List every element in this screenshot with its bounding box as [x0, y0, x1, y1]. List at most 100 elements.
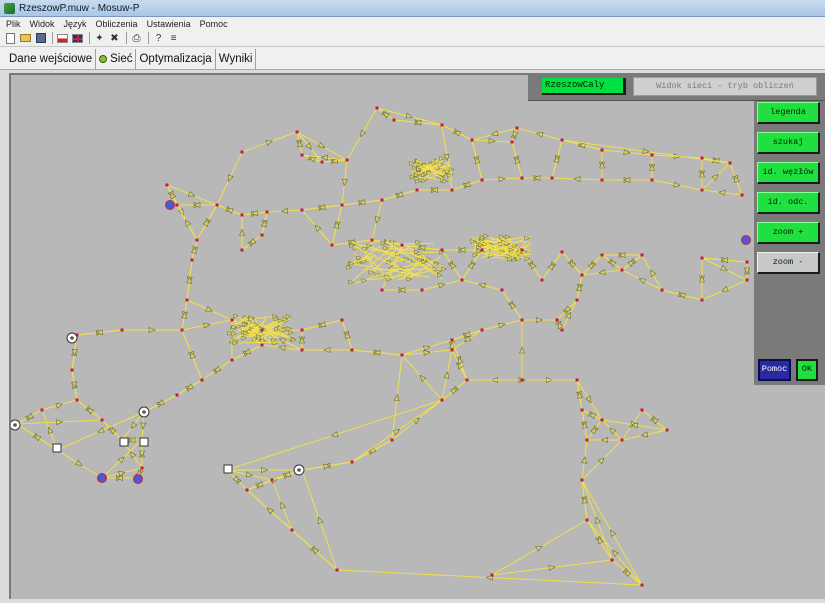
help-icon[interactable]: ? [152, 32, 165, 45]
network-node[interactable] [300, 153, 304, 157]
network-node[interactable] [70, 368, 74, 372]
network-node[interactable] [290, 528, 294, 532]
network-node[interactable] [650, 178, 654, 182]
network-node[interactable] [300, 208, 304, 212]
stop-icon[interactable] [119, 437, 129, 447]
network-node[interactable] [440, 248, 444, 252]
legend-button[interactable]: legenda [757, 102, 820, 124]
network-node[interactable] [585, 438, 589, 442]
menu-file[interactable]: Plik [6, 19, 21, 29]
open-folder-icon[interactable] [19, 32, 32, 45]
network-node[interactable] [555, 318, 559, 322]
network-node[interactable] [450, 348, 454, 352]
network-node[interactable] [390, 438, 394, 442]
network-node[interactable] [480, 248, 484, 252]
network-node[interactable] [600, 418, 604, 422]
network-node[interactable] [175, 393, 179, 397]
terminal-icon[interactable] [165, 200, 175, 210]
network-node[interactable] [585, 518, 589, 522]
network-node[interactable] [640, 253, 644, 257]
ok-button[interactable]: OK [796, 359, 818, 381]
network-node[interactable] [640, 408, 644, 412]
network-node[interactable] [460, 278, 464, 282]
network-node[interactable] [320, 160, 324, 164]
network-node[interactable] [392, 118, 396, 122]
network-node[interactable] [510, 140, 514, 144]
network-node[interactable] [185, 298, 189, 302]
segment-ids-button[interactable]: id. odc. [757, 192, 820, 214]
network-node[interactable] [175, 203, 179, 207]
network-node[interactable] [75, 398, 79, 402]
network-node[interactable] [610, 558, 614, 562]
tab-network[interactable]: Sieć [96, 49, 137, 69]
network-node[interactable] [380, 198, 384, 202]
search-button[interactable]: szukaj [757, 132, 820, 154]
network-node[interactable] [470, 138, 474, 142]
save-icon[interactable] [34, 32, 47, 45]
network-node[interactable] [165, 183, 169, 187]
tab-input-data[interactable]: Dane wejściowe [6, 49, 97, 69]
network-node[interactable] [260, 328, 264, 332]
network-node[interactable] [180, 328, 184, 332]
terminal-icon[interactable] [97, 473, 107, 483]
network-node[interactable] [380, 288, 384, 292]
tab-optimization[interactable]: Optymalizacja [136, 49, 216, 69]
network-node[interactable] [240, 248, 244, 252]
network-node[interactable] [270, 478, 274, 482]
network-node[interactable] [600, 178, 604, 182]
network-node[interactable] [490, 573, 494, 577]
flag-uk-icon[interactable] [71, 32, 84, 45]
network-node[interactable] [195, 238, 199, 242]
network-node[interactable] [215, 203, 219, 207]
help-button[interactable]: Pomoc [758, 359, 791, 381]
network-node[interactable] [560, 250, 564, 254]
network-node[interactable] [575, 298, 579, 302]
network-node[interactable] [200, 378, 204, 382]
network-node[interactable] [520, 378, 524, 382]
network-node[interactable] [230, 358, 234, 362]
network-node[interactable] [295, 130, 299, 134]
network-node[interactable] [575, 378, 579, 382]
new-file-icon[interactable] [4, 32, 17, 45]
network-node[interactable] [350, 460, 354, 464]
zoom-in-button[interactable]: zoom + [757, 222, 820, 244]
network-name-field[interactable]: RzeszowCaly [542, 78, 626, 95]
network-node[interactable] [450, 338, 454, 342]
run-icon[interactable]: ✦ [93, 32, 106, 45]
network-node[interactable] [300, 328, 304, 332]
network-node[interactable] [265, 210, 269, 214]
terminal-icon[interactable] [133, 474, 143, 484]
network-node[interactable] [480, 328, 484, 332]
network-node[interactable] [465, 378, 469, 382]
network-node[interactable] [560, 328, 564, 332]
network-node[interactable] [230, 318, 234, 322]
menu-calculations[interactable]: Obliczenia [96, 19, 138, 29]
menu-language[interactable]: Język [64, 19, 87, 29]
network-map-canvas[interactable] [9, 73, 825, 599]
network-node[interactable] [400, 243, 404, 247]
network-node[interactable] [520, 248, 524, 252]
network-node[interactable] [120, 328, 124, 332]
network-node[interactable] [740, 193, 744, 197]
network-node[interactable] [40, 408, 44, 412]
zoom-out-button[interactable]: zoom - [757, 252, 820, 274]
network-node[interactable] [728, 161, 732, 165]
network-node[interactable] [580, 478, 584, 482]
network-node[interactable] [415, 188, 419, 192]
network-node[interactable] [650, 153, 654, 157]
node-ids-button[interactable]: id. węzłów [757, 162, 820, 184]
network-node[interactable] [620, 438, 624, 442]
terminal-icon[interactable] [741, 235, 751, 245]
network-node[interactable] [450, 188, 454, 192]
about-icon[interactable]: ≡ [167, 32, 180, 45]
network-node[interactable] [345, 158, 349, 162]
network-node[interactable] [440, 123, 444, 127]
network-node[interactable] [620, 268, 624, 272]
network-node[interactable] [500, 288, 504, 292]
network-node[interactable] [480, 178, 484, 182]
network-node[interactable] [745, 260, 749, 264]
network-node[interactable] [580, 273, 584, 277]
flag-pl-icon[interactable] [56, 32, 69, 45]
network-node[interactable] [335, 568, 339, 572]
network-node[interactable] [240, 150, 244, 154]
